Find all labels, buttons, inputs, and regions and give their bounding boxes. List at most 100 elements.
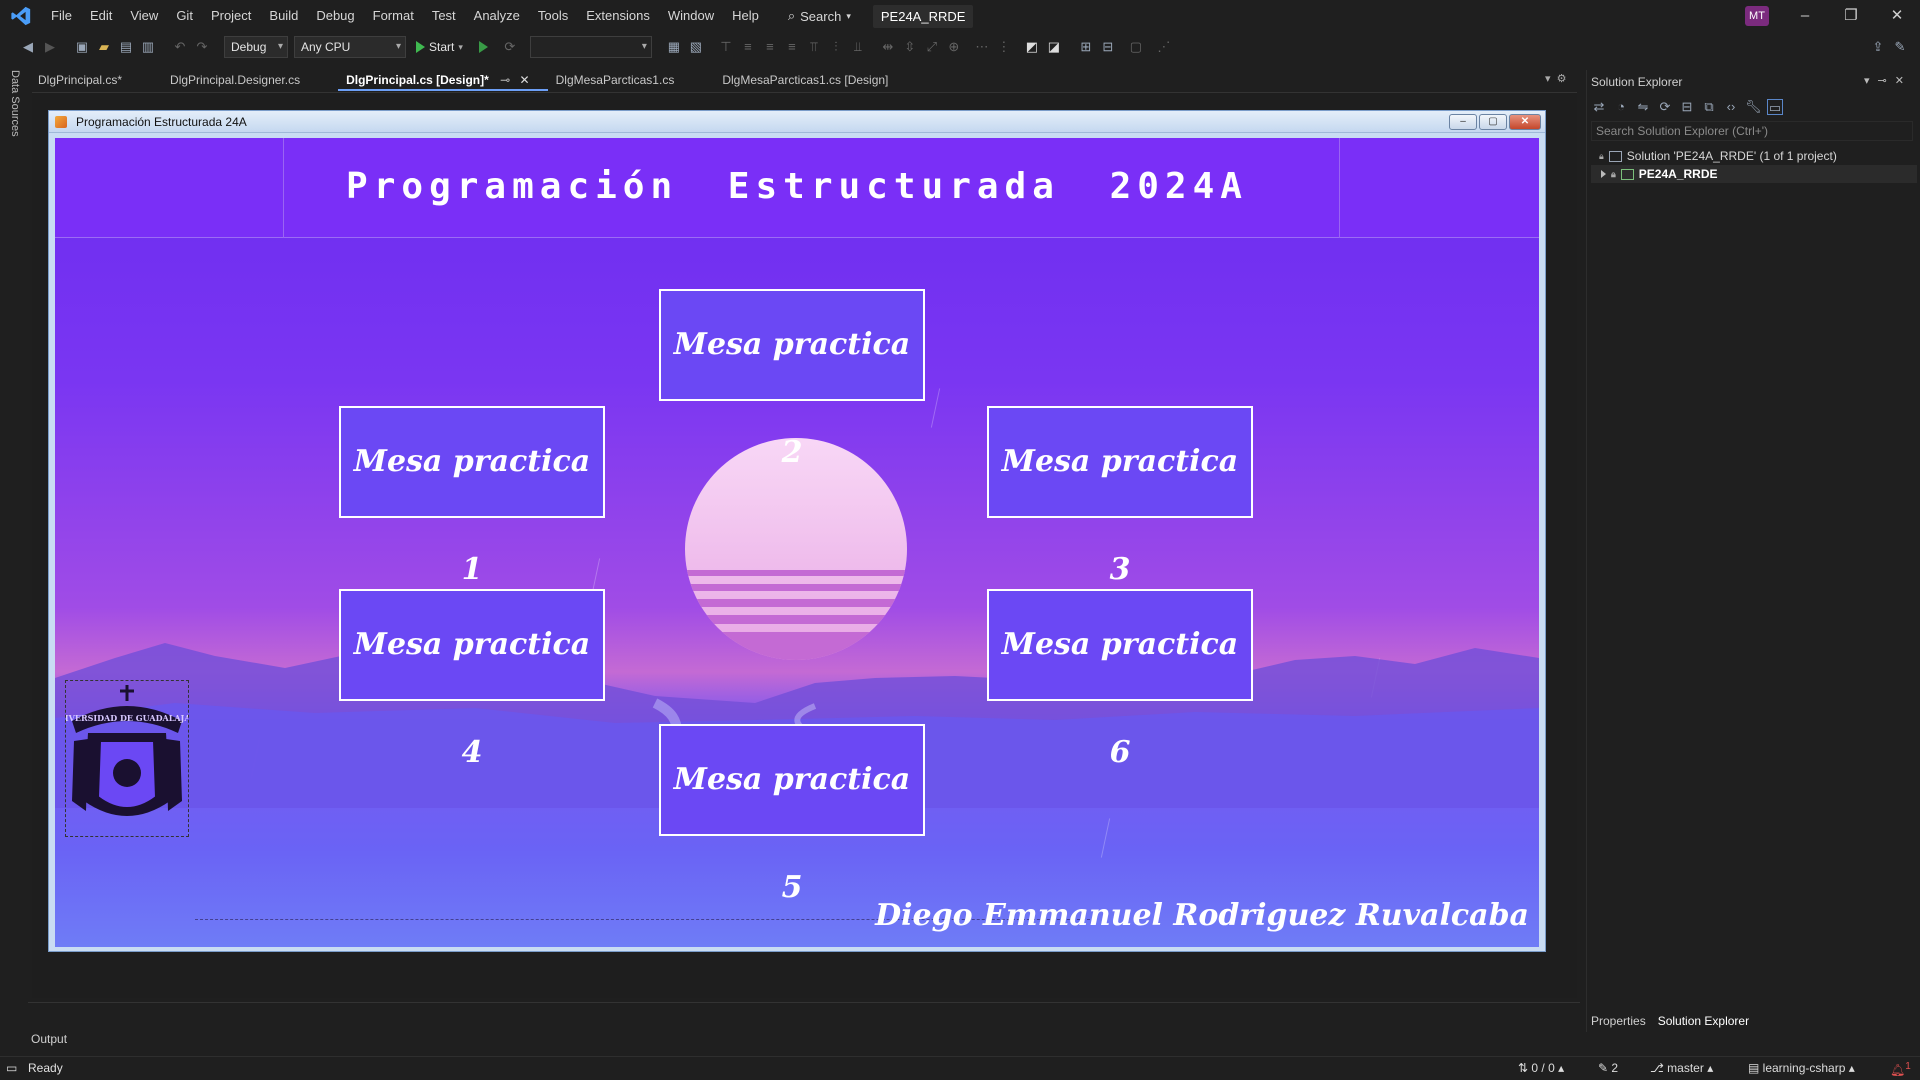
open-file-icon[interactable]: ▰ bbox=[96, 39, 112, 55]
tab-dlgmesaparcticas1-design[interactable]: DlgMesaParcticas1.cs [Design] bbox=[692, 69, 906, 91]
folder-view-icon[interactable]: ▦ bbox=[666, 39, 682, 55]
tab-overflow-controls[interactable]: ▾ ⚙ bbox=[1545, 72, 1567, 85]
form-window[interactable]: Programación Estructurada 24A – ▢ ✕ Prog… bbox=[48, 110, 1546, 952]
project-name-badge[interactable]: PE24A_RRDE bbox=[872, 4, 974, 28]
tab-order-icon[interactable]: ▢ bbox=[1128, 39, 1144, 55]
menu-tools[interactable]: Tools bbox=[529, 0, 577, 32]
expand-arrow-icon[interactable] bbox=[1601, 170, 1606, 178]
tab-dlgprincipal-cs[interactable]: DlgPrincipal.cs* bbox=[30, 69, 140, 91]
menu-debug[interactable]: Debug bbox=[307, 0, 363, 32]
forward-icon[interactable]: ▶ bbox=[42, 39, 58, 55]
sync-icon[interactable]: ⇋ bbox=[1635, 99, 1651, 115]
properties-tab[interactable]: Properties bbox=[1591, 1014, 1646, 1028]
show-all-files-icon[interactable]: ⧉ bbox=[1701, 99, 1717, 115]
align-right-icon[interactable]: ≡ bbox=[784, 39, 800, 55]
align-center-icon[interactable]: ≡ bbox=[762, 39, 778, 55]
data-sources-tab[interactable]: Data Sources bbox=[9, 70, 21, 137]
empty-combo[interactable] bbox=[529, 36, 652, 58]
form-close-button[interactable]: ✕ bbox=[1509, 114, 1541, 130]
menu-project[interactable]: Project bbox=[202, 0, 260, 32]
project-row[interactable]: 🔒︎ PE24A_RRDE bbox=[1591, 165, 1917, 183]
make-same-width-icon[interactable]: ⇹ bbox=[880, 39, 896, 55]
switch-views-icon[interactable]: ⇄ bbox=[1591, 99, 1607, 115]
menu-analyze[interactable]: Analyze bbox=[465, 0, 529, 32]
pending-changes-icon[interactable]: ◔ bbox=[1613, 99, 1629, 115]
branch-selector[interactable]: ⎇ master ▴ bbox=[1650, 1061, 1713, 1075]
back-icon[interactable]: ◀ bbox=[20, 39, 36, 55]
refresh-icon[interactable]: ⟳ bbox=[1657, 99, 1673, 115]
menu-git[interactable]: Git bbox=[167, 0, 202, 32]
form-minimize-button[interactable]: – bbox=[1449, 114, 1477, 130]
new-project-icon[interactable]: ▣ bbox=[74, 39, 90, 55]
menu-format[interactable]: Format bbox=[364, 0, 423, 32]
tab-dlgprincipal-design[interactable]: DlgPrincipal.cs [Design]* ⊸ ✕ bbox=[338, 69, 548, 91]
menu-file[interactable]: File bbox=[42, 0, 81, 32]
menu-test[interactable]: Test bbox=[423, 0, 465, 32]
menu-edit[interactable]: Edit bbox=[81, 0, 121, 32]
configuration-select[interactable]: Debug bbox=[224, 36, 288, 58]
menu-view[interactable]: View bbox=[121, 0, 167, 32]
align-middle-icon[interactable]: ⫶ bbox=[828, 39, 844, 55]
mesa-practica-1-button[interactable]: Mesa practica 1 bbox=[339, 406, 605, 587]
solution-explorer-tab[interactable]: Solution Explorer bbox=[1658, 1014, 1749, 1028]
close-button[interactable]: ✕ bbox=[1874, 0, 1920, 32]
mesa-practica-5-button[interactable]: Mesa practica 5 bbox=[659, 724, 925, 905]
make-same-size-icon[interactable]: ⤢ bbox=[924, 39, 940, 55]
menu-help[interactable]: Help bbox=[723, 0, 768, 32]
save-icon[interactable]: ▤ bbox=[118, 39, 134, 55]
bring-to-front-icon[interactable]: ◩ bbox=[1024, 39, 1040, 55]
start-button[interactable]: Start ▾ bbox=[412, 40, 467, 54]
menu-window[interactable]: Window bbox=[659, 0, 723, 32]
hot-reload-icon[interactable]: ⟳ bbox=[502, 39, 518, 55]
tab-label: DlgMesaParcticas1.cs bbox=[555, 73, 675, 87]
horizontal-spacing-icon[interactable]: ⋯ bbox=[974, 39, 990, 55]
global-search-button[interactable]: ⌕ Search ▾ bbox=[780, 8, 859, 24]
mesa-practica-2-button[interactable]: Mesa practica 2 bbox=[659, 289, 925, 470]
properties-wrench-icon[interactable]: 🔧︎ bbox=[1745, 99, 1762, 115]
feedback-icon[interactable]: ✎ bbox=[1892, 39, 1908, 55]
form-maximize-button[interactable]: ▢ bbox=[1479, 114, 1507, 130]
menu-extensions[interactable]: Extensions bbox=[577, 0, 659, 32]
menu-build[interactable]: Build bbox=[260, 0, 307, 32]
minimize-button[interactable]: – bbox=[1782, 0, 1828, 32]
repository-selector[interactable]: ▤ learning-csharp ▴ bbox=[1748, 1061, 1855, 1075]
start-without-debugging-icon[interactable] bbox=[478, 41, 488, 53]
notifications-bell-icon[interactable]: 🔔︎1 bbox=[1890, 1061, 1911, 1077]
restore-button[interactable]: ❐ bbox=[1828, 0, 1874, 32]
pending-edits-indicator[interactable]: ✎ 2 bbox=[1598, 1061, 1618, 1075]
size-to-grid-icon[interactable]: ⊕ bbox=[946, 39, 962, 55]
lock-controls-icon[interactable]: ⋰ bbox=[1156, 39, 1172, 55]
save-all-icon[interactable]: ▥ bbox=[140, 39, 156, 55]
mesa-practica-4-button[interactable]: Mesa practica 4 bbox=[339, 589, 605, 770]
mesa-practica-6-button[interactable]: Mesa practica 6 bbox=[987, 589, 1253, 770]
center-horizontally-icon[interactable]: ⊞ bbox=[1078, 39, 1094, 55]
panel-controls[interactable]: ▾⊸✕ bbox=[1864, 74, 1912, 87]
share-icon[interactable]: ⇪ bbox=[1870, 39, 1886, 55]
layout-icon[interactable]: ▧ bbox=[688, 39, 704, 55]
tab-dlgprincipal-designer[interactable]: DlgPrincipal.Designer.cs bbox=[140, 69, 318, 91]
git-changes-indicator[interactable]: ⇅ 0 / 0 ▴ bbox=[1518, 1061, 1564, 1075]
visual-studio-logo-icon[interactable] bbox=[10, 5, 32, 27]
close-tab-icon[interactable]: ✕ bbox=[520, 73, 530, 87]
view-code-icon[interactable]: ‹› bbox=[1723, 99, 1739, 115]
tab-dlgmesaparcticas1-cs[interactable]: DlgMesaParcticas1.cs bbox=[548, 69, 693, 91]
solution-row[interactable]: 🔒︎ Solution 'PE24A_RRDE' (1 of 1 project… bbox=[1599, 147, 1837, 165]
align-top-icon[interactable]: ⫪ bbox=[806, 39, 822, 55]
center-vertically-icon[interactable]: ⊟ bbox=[1100, 39, 1116, 55]
mesa-practica-3-button[interactable]: Mesa practica 3 bbox=[987, 406, 1253, 587]
undo-icon[interactable]: ↶ bbox=[172, 39, 188, 55]
vertical-spacing-icon[interactable]: ⋮ bbox=[996, 39, 1012, 55]
user-avatar[interactable]: MT bbox=[1745, 6, 1769, 26]
make-same-height-icon[interactable]: ⇳ bbox=[902, 39, 918, 55]
platform-select[interactable]: Any CPU bbox=[294, 36, 406, 58]
redo-icon[interactable]: ↷ bbox=[194, 39, 210, 55]
align-bottom-icon[interactable]: ⫫ bbox=[850, 39, 866, 55]
collapse-all-icon[interactable]: ⊟ bbox=[1679, 99, 1695, 115]
align-grid-icon[interactable]: ⊤ bbox=[718, 39, 734, 55]
preview-icon[interactable]: ▭ bbox=[1767, 99, 1783, 115]
solution-explorer-search-input[interactable]: Search Solution Explorer (Ctrl+') bbox=[1591, 121, 1913, 141]
output-tab[interactable]: Output bbox=[31, 1032, 67, 1046]
align-left-icon[interactable]: ≡ bbox=[740, 39, 756, 55]
send-to-back-icon[interactable]: ◪ bbox=[1046, 39, 1062, 55]
pin-icon[interactable]: ⊸ bbox=[500, 73, 510, 87]
